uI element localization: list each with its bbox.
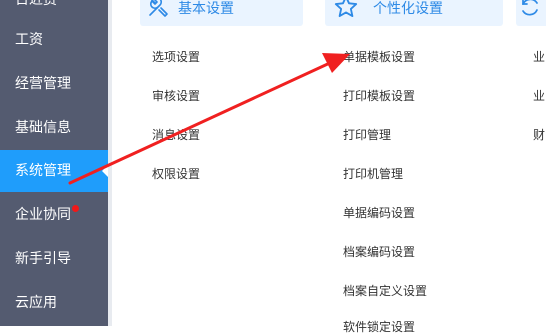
sidebar-item-basic-info[interactable]: 基础信息 xyxy=(0,107,108,149)
link-software-lock-settings[interactable]: 软件锁定设置 xyxy=(343,318,415,335)
section-header-personalization: 个性化设置 xyxy=(325,0,503,26)
star-icon xyxy=(334,0,358,18)
link-archive-custom-settings[interactable]: 档案自定义设置 xyxy=(343,282,427,299)
sidebar-item-business-management[interactable]: 经营管理 xyxy=(0,63,108,105)
link-permission-settings[interactable]: 权限设置 xyxy=(152,165,200,182)
section-title: 基本设置 xyxy=(178,1,234,17)
section-header-basic-settings: 基本设置 xyxy=(140,0,303,26)
sidebar: 日近赏 工资 经营管理 基础信息 系统管理 企业协同 新手引导 云应用 xyxy=(0,0,109,326)
link-approval-settings[interactable]: 审核设置 xyxy=(152,87,200,104)
link-message-settings[interactable]: 消息设置 xyxy=(152,126,200,143)
link-col3-item-2[interactable]: 业 xyxy=(533,87,545,104)
sidebar-divider xyxy=(108,0,112,326)
sidebar-item-0[interactable]: 日近赏 xyxy=(0,0,108,21)
cycle-icon xyxy=(522,0,538,16)
notification-dot xyxy=(72,205,79,212)
sidebar-item-salary[interactable]: 工资 xyxy=(0,19,108,61)
sidebar-item-label: 企业协同 xyxy=(15,207,71,223)
link-option-settings[interactable]: 选项设置 xyxy=(152,48,200,65)
link-document-code-settings[interactable]: 单据编码设置 xyxy=(343,204,415,221)
link-document-template-settings[interactable]: 单据模板设置 xyxy=(343,48,415,65)
tools-icon xyxy=(149,0,168,17)
sidebar-item-label: 系统管理 xyxy=(15,163,71,179)
section-header-third xyxy=(516,0,546,26)
sidebar-item-system-management[interactable]: 系统管理 xyxy=(0,150,109,192)
link-print-management[interactable]: 打印管理 xyxy=(343,126,391,143)
link-archive-code-settings[interactable]: 档案编码设置 xyxy=(343,243,415,260)
link-printer-management[interactable]: 打印机管理 xyxy=(343,165,403,182)
sidebar-item-guide[interactable]: 新手引导 xyxy=(0,238,108,280)
link-print-template-settings[interactable]: 打印模板设置 xyxy=(343,87,415,104)
section-title: 个性化设置 xyxy=(373,1,443,17)
sidebar-item-cloud-apps[interactable]: 云应用 xyxy=(0,282,108,324)
link-col3-item-3[interactable]: 财 xyxy=(533,126,545,143)
link-col3-item-1[interactable]: 业 xyxy=(533,48,545,65)
sidebar-item-collaboration[interactable]: 企业协同 xyxy=(0,194,108,236)
